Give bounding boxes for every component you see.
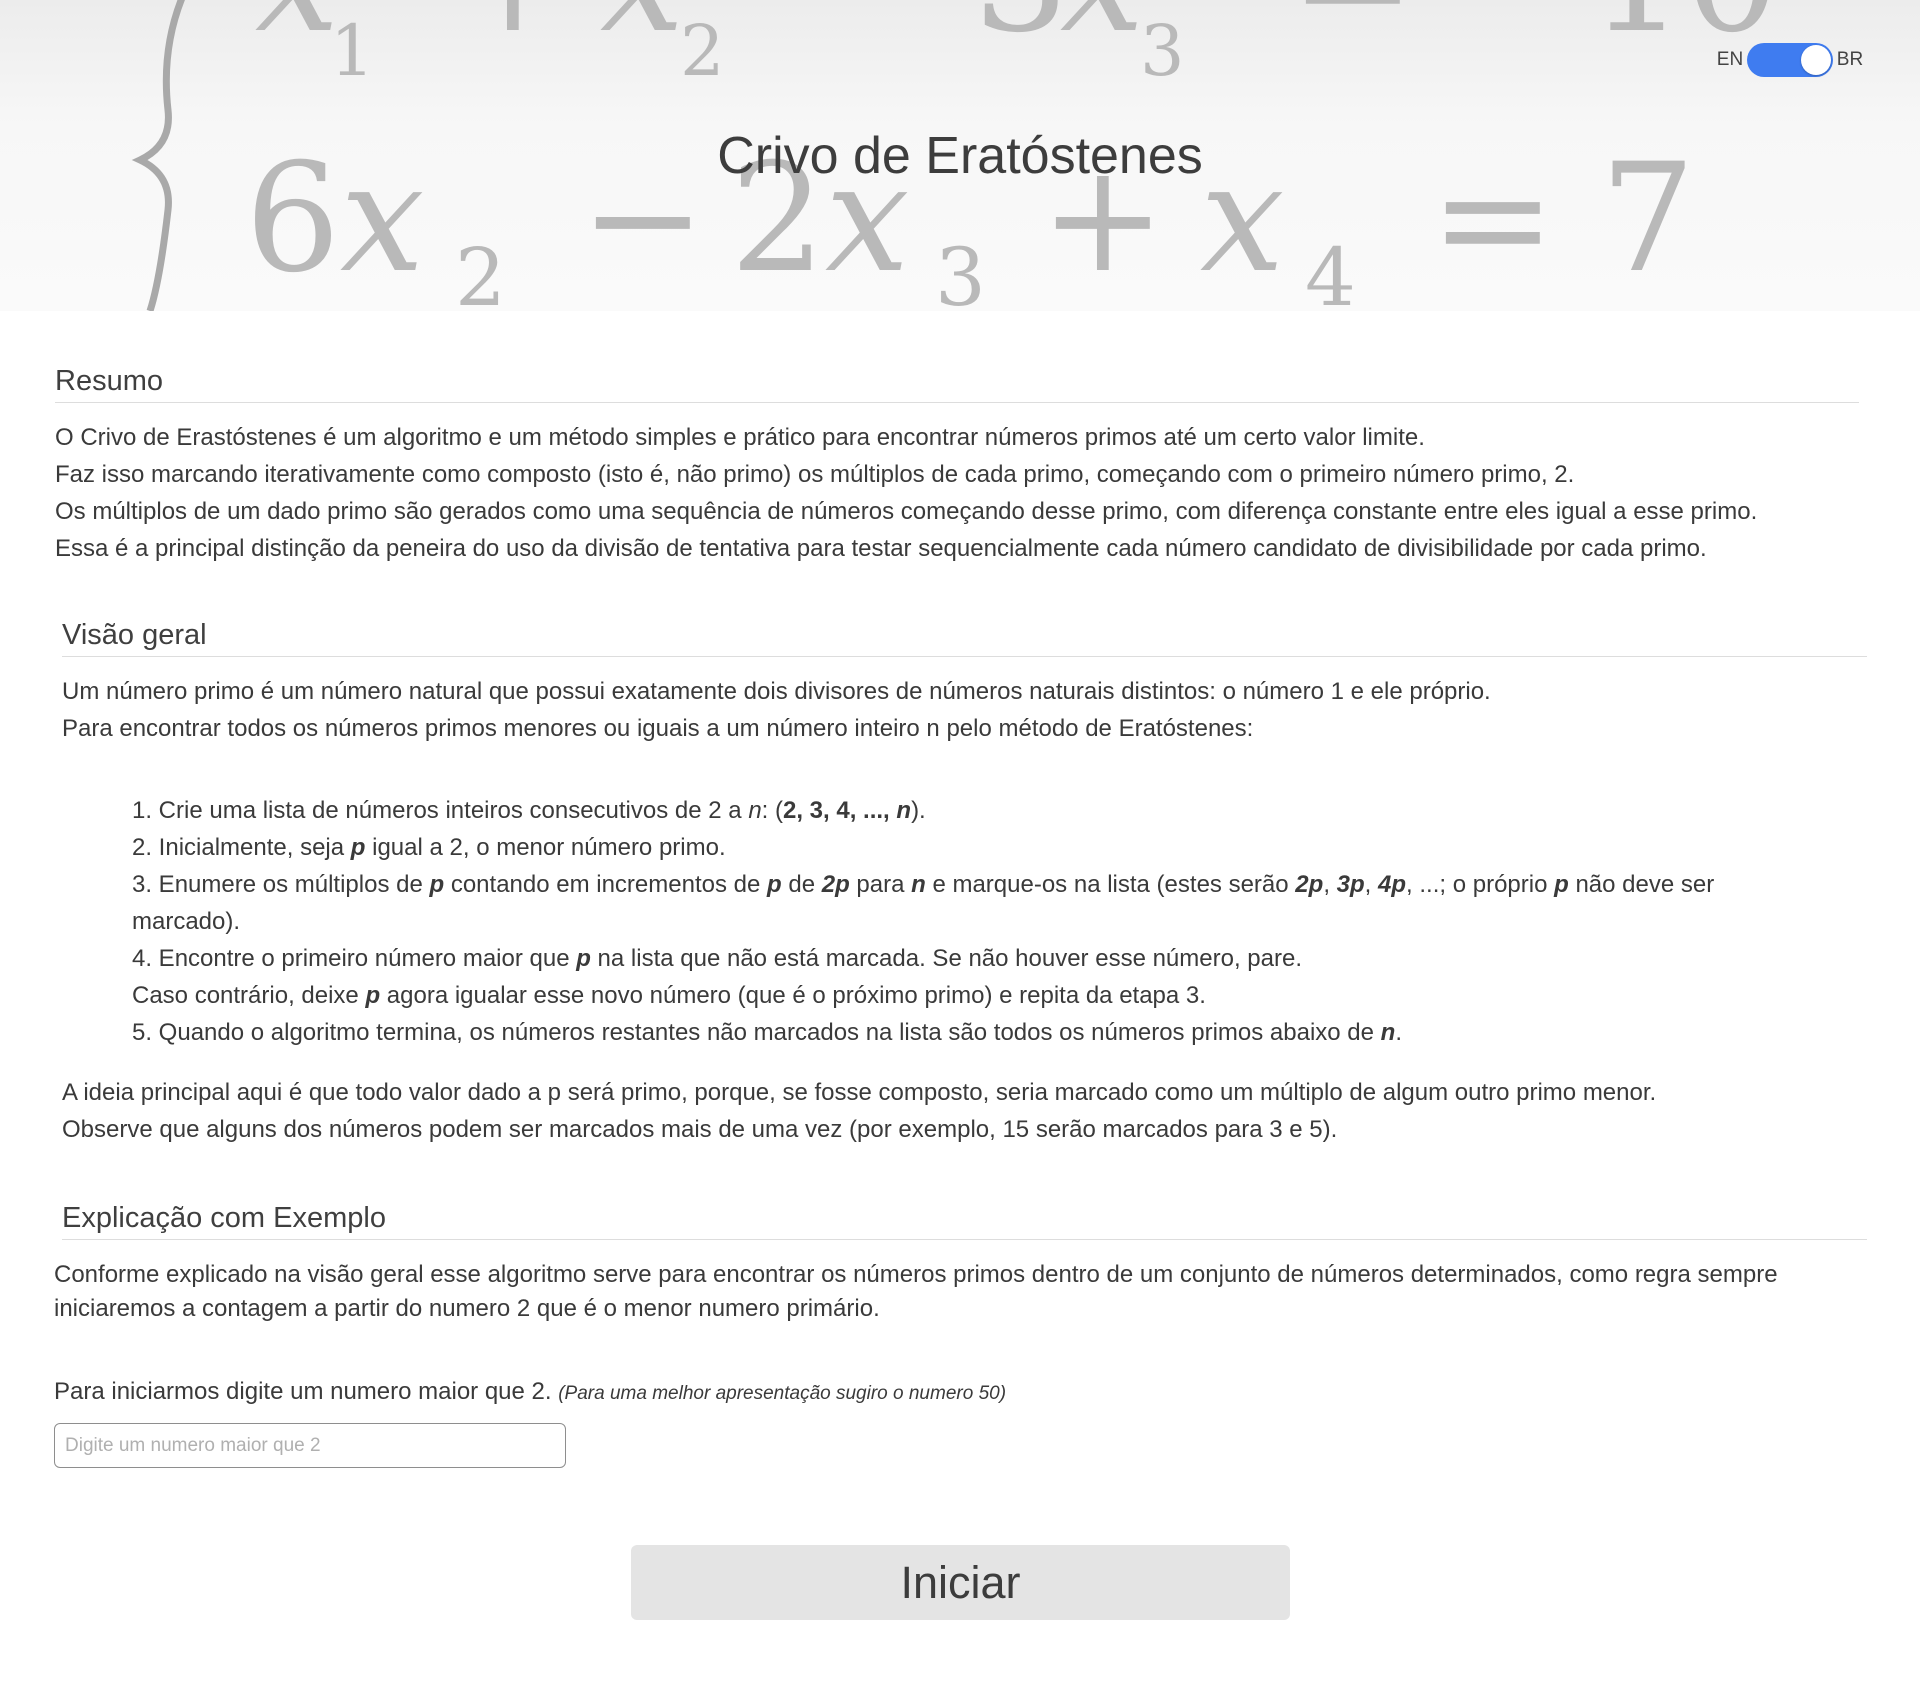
step-item: 5. Quando o algoritmo termina, os número… xyxy=(132,1019,1402,1046)
section-outro: A ideia principal aqui é que todo valor … xyxy=(62,1074,1867,1148)
language-toggle[interactable] xyxy=(1747,43,1833,77)
step-item: 2. Inicialmente, seja p igual a 2, o men… xyxy=(132,834,726,861)
section-visao-geral: Visão geral Um número primo é um número … xyxy=(62,616,1867,1148)
paragraph-line: Para encontrar todos os números primos m… xyxy=(62,715,1254,742)
toggle-knob xyxy=(1801,45,1831,75)
section-heading: Visão geral xyxy=(62,616,1867,657)
section-resumo: Resumo O Crivo de Erastóstenes é um algo… xyxy=(55,362,1859,567)
section-exemplo: Explicação com Exemplo xyxy=(62,1199,1867,1240)
page-title: Crivo de Eratóstenes xyxy=(717,127,1203,185)
svg-text:3: 3 xyxy=(935,231,986,311)
svg-text:+: + xyxy=(450,0,576,66)
step-item: 1. Crie uma lista de números inteiros co… xyxy=(132,797,926,824)
paragraph-line: A ideia principal aqui é que todo valor … xyxy=(62,1079,1657,1106)
svg-text:− 3: − 3 xyxy=(800,0,1069,66)
lang-label-br[interactable]: BR xyxy=(1833,49,1867,71)
svg-text:2: 2 xyxy=(455,231,506,311)
step-item: 4. Encontre o primeiro número maior que … xyxy=(132,945,1302,1009)
section-body: O Crivo de Erastóstenes é um algoritmo e… xyxy=(55,419,1859,567)
paragraph-line: O Crivo de Erastóstenes é um algoritmo e… xyxy=(55,424,1425,451)
section-body: Um número primo é um número natural que … xyxy=(62,673,1867,747)
paragraph-line: Um número primo é um número natural que … xyxy=(62,678,1491,705)
svg-text:3: 3 xyxy=(1140,10,1185,92)
step-item: 3. Enumere os múltiplos de p contando em… xyxy=(132,871,1715,935)
lang-label-en[interactable]: EN xyxy=(1713,49,1747,71)
input-prompt: Para iniciarmos digite um numero maior q… xyxy=(54,1378,1006,1406)
svg-text:x: x xyxy=(255,0,340,66)
paragraph-line: Essa é a principal distinção da peneira … xyxy=(55,535,1707,562)
prompt-hint: (Para uma melhor apresentação sugiro o n… xyxy=(558,1383,1007,1404)
svg-text:4: 4 xyxy=(1305,231,1356,311)
svg-text:x: x xyxy=(1060,0,1145,66)
svg-text:x: x xyxy=(600,0,685,66)
section-heading: Resumo xyxy=(55,362,1859,403)
start-button[interactable]: Iniciar xyxy=(631,1545,1290,1620)
section-heading: Explicação com Exemplo xyxy=(62,1199,1867,1240)
number-input[interactable] xyxy=(54,1423,566,1468)
steps-list: 1. Crie uma lista de números inteiros co… xyxy=(132,792,1832,1051)
exemplo-text: Conforme explicado na visão geral esse a… xyxy=(54,1261,1778,1322)
paragraph-line: Observe que alguns dos números podem ser… xyxy=(62,1116,1338,1143)
header-banner: x 1 + x 2 − 3 x 3 = −10 6 x 2 − 2 x 3 + … xyxy=(0,0,1920,311)
prompt-text: Para iniciarmos digite um numero maior q… xyxy=(54,1378,552,1405)
paragraph-line: Faz isso marcando iterativamente como co… xyxy=(55,461,1575,488)
svg-text:2: 2 xyxy=(680,10,725,92)
paragraph-line: Os múltiplos de um dado primo são gerado… xyxy=(55,498,1758,525)
language-switch: EN BR xyxy=(1713,43,1867,77)
svg-text:1: 1 xyxy=(330,10,375,92)
svg-text:= −10: = −10 xyxy=(1290,0,1780,66)
